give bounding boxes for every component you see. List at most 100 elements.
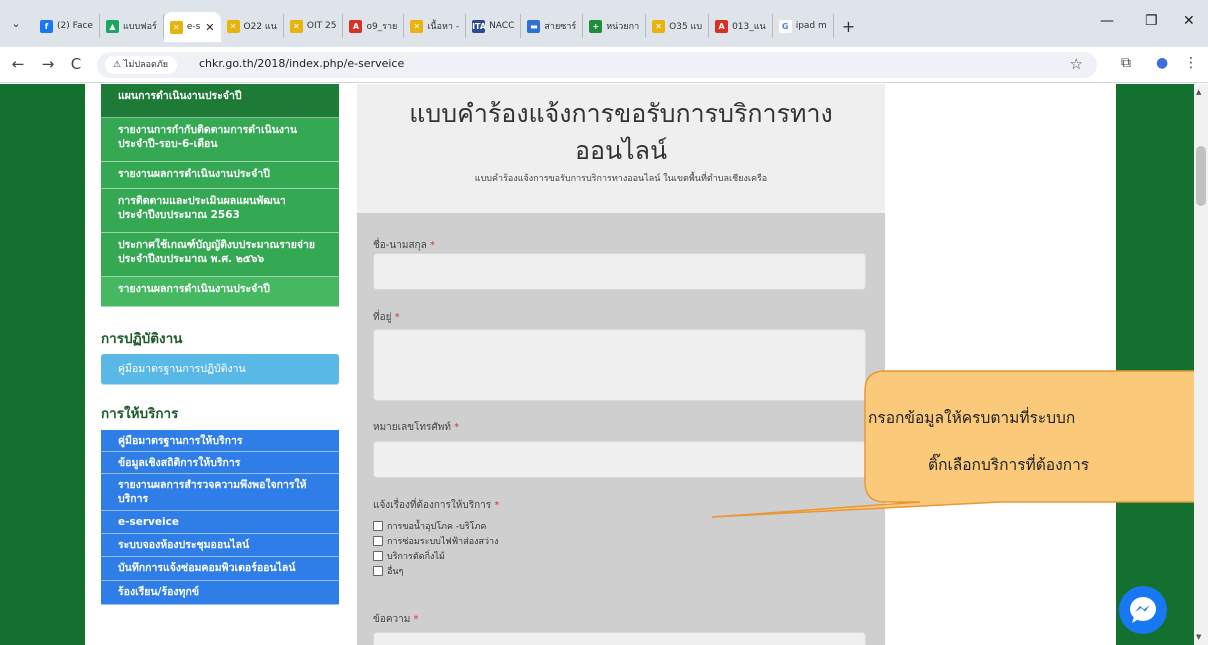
address-label: ที่อยู่ *	[373, 312, 400, 323]
new-tab-button[interactable]: +	[842, 17, 855, 36]
minimize-button[interactable]: —	[1100, 13, 1114, 29]
service-option-checkbox[interactable]: การขอน้ำอุปโภค -บริโภค	[373, 519, 486, 533]
sidebar-item-label: รายงานผลการดำเนินงานประจำปี	[118, 168, 270, 180]
sidebar-item-label: การติดตามและประเมินผลแผนพัฒนา	[118, 195, 286, 207]
tab-favicon-icon: A	[349, 19, 363, 33]
restore-button[interactable]: ❐	[1145, 13, 1158, 29]
checkbox-box[interactable]	[373, 566, 383, 576]
profile-icon[interactable]: ●	[1156, 55, 1168, 71]
scroll-up-arrow[interactable]: ▲	[1196, 88, 1201, 96]
address-textarea[interactable]	[373, 329, 866, 401]
sidebar-item-label: แผนการดำเนินงานประจำปี	[118, 90, 242, 102]
browser-tab[interactable]: f (2) Face	[34, 14, 100, 38]
sidebar-item-service[interactable]: รายงานผลการสำรวจความพึงพอใจการให้ บริการ	[101, 474, 339, 511]
back-button[interactable]: ←	[8, 55, 28, 73]
service-option-checkbox[interactable]: อื่นๆ	[373, 564, 403, 578]
sidebar-item-service[interactable]: ข้อมูลเชิงสถิติการให้บริการ	[101, 452, 339, 474]
request-form: ชื่อ-นามสกุล * ที่อยู่ * หมายเลขโทรศัพท์…	[357, 213, 885, 645]
sidebar-item-ops-manual[interactable]: คู่มือมาตรฐานการปฏิบัติงาน	[101, 354, 339, 385]
browser-tab[interactable]: ITA NACC	[466, 14, 522, 38]
reload-button[interactable]: C	[66, 55, 86, 73]
tab-favicon-icon: ✕	[289, 19, 303, 33]
checkbox-label: อื่นๆ	[387, 567, 404, 577]
browser-tab[interactable]: ✕ O35 แบ	[646, 14, 710, 38]
message-textarea[interactable]	[373, 632, 866, 645]
service-option-checkbox[interactable]: บริการตัดกิ่งไม้	[373, 549, 445, 563]
tab-favicon-icon: G	[778, 19, 792, 33]
sidebar-item-plan[interactable]: รายงานการกำกับติดตามการดำเนินงานประจำปี-…	[101, 118, 339, 162]
tab-close-icon[interactable]: ✕	[205, 21, 214, 34]
tab-title: o9_ราย	[366, 22, 398, 32]
checkbox-box[interactable]	[373, 551, 383, 561]
form-title: แบบคำร้องแจ้งการขอรับการบริการทาง ออนไลน…	[357, 95, 885, 169]
name-label: ชื่อ-นามสกุล *	[373, 240, 435, 251]
browser-tab[interactable]: ✕ เนื้อหา -	[404, 14, 467, 38]
sidebar-item-plan[interactable]: รายงานผลการดำเนินงานประจำปี	[101, 277, 339, 307]
sidebar-item-plan[interactable]: แผนการดำเนินงานประจำปี	[101, 84, 339, 118]
tab-title: O22 แน	[243, 22, 277, 32]
tab-favicon-icon: ✕	[169, 20, 183, 34]
sidebar-item-label: รายงานการกำกับติดตามการดำเนินงาน	[118, 124, 298, 136]
checkbox-label: บริการตัดกิ่งไม้	[387, 552, 445, 562]
address-bar[interactable]: ⚠ ไม่ปลอดภัย chkr.go.th/2018/index.php/e…	[97, 52, 1097, 78]
extensions-icon[interactable]: ⧉	[1121, 55, 1131, 71]
browser-tab[interactable]: A 013_แน	[709, 14, 773, 38]
sidebar-item-label: คู่มือมาตรฐานการให้บริการ	[118, 435, 243, 447]
sidebar-item-label-line2: ประจำปี-รอบ-6-เดือน	[118, 138, 218, 150]
sidebar-item-service[interactable]: คู่มือมาตรฐานการให้บริการ	[101, 430, 339, 452]
scrollbar-thumb[interactable]	[1196, 146, 1206, 206]
sidebar-item-service[interactable]: บันทึกการแจ้งซ่อมคอมพิวเตอร์ออนไลน์	[101, 557, 339, 581]
service-label: แจ้งเรื่องที่ต้องการให้บริการ *	[373, 500, 500, 511]
phone-label: หมายเลขโทรศัพท์ *	[373, 422, 460, 433]
sidebar-item-service[interactable]: ระบบจองห้องประชุมออนไลน์	[101, 534, 339, 557]
browser-tab[interactable]: Gipad m	[773, 14, 834, 38]
checkbox-label: การซ่อมระบบไฟฟ้าส่องสว่าง	[387, 537, 499, 547]
scroll-down-arrow[interactable]: ▼	[1196, 633, 1201, 641]
checkbox-box[interactable]	[373, 521, 383, 531]
sidebar-item-label: รายงานผลการดำเนินงานประจำปี	[118, 283, 270, 295]
form-title-line2: ออนไลน์	[574, 136, 668, 165]
sidebar-item-label: ระบบจองห้องประชุมออนไลน์	[118, 539, 250, 551]
sidebar-item-plan[interactable]: รายงานผลการดำเนินงานประจำปี	[101, 162, 339, 189]
not-secure-chip[interactable]: ⚠ ไม่ปลอดภัย	[105, 56, 178, 74]
tab-search-button[interactable]: ⌄	[6, 14, 26, 34]
forward-button[interactable]: →	[38, 55, 58, 73]
messenger-chat-button[interactable]	[1119, 586, 1167, 634]
sidebar-item-plan[interactable]: ประกาศใช้เกณฑ์บัญญัติงบประมาณรายจ่าย ประจ…	[101, 233, 339, 277]
browser-tab[interactable]: ▬ สายซาร์	[521, 14, 584, 38]
name-input[interactable]	[373, 253, 866, 290]
tab-title: e-s	[186, 22, 201, 32]
messenger-icon	[1130, 597, 1156, 623]
sidebar-item-label: ประกาศใช้เกณฑ์บัญญัติงบประมาณรายจ่าย	[118, 239, 316, 251]
tab-title: หน่วยกา	[606, 22, 640, 32]
tab-title: เนื้อหา -	[427, 22, 460, 32]
tab-title: แบบฟอร์	[122, 22, 157, 32]
sidebar-item-label: ร้องเรียน/ร้องทุกข์	[118, 586, 199, 598]
tab-favicon-icon: ✕	[652, 19, 666, 33]
browser-tab[interactable]: ▲ แบบฟอร์	[100, 14, 164, 38]
sidebar-item-service[interactable]: e-serveice	[101, 511, 339, 534]
browser-tab[interactable]: ✕ OIT 25	[284, 14, 344, 38]
left-green-border	[0, 84, 85, 645]
message-label: ข้อความ *	[373, 614, 419, 625]
tab-favicon-icon: ▬	[527, 19, 541, 33]
browser-tab[interactable]: + หน่วยกา	[583, 14, 647, 38]
service-option-checkbox[interactable]: การซ่อมระบบไฟฟ้าส่องสว่าง	[373, 534, 499, 548]
close-window-button[interactable]: ✕	[1183, 13, 1195, 29]
url-text[interactable]: chkr.go.th/2018/index.php/e-serveice	[199, 57, 404, 70]
sidebar-item-label: บันทึกการแจ้งซ่อมคอมพิวเตอร์ออนไลน์	[118, 562, 296, 574]
phone-input[interactable]	[373, 441, 866, 478]
browser-tab[interactable]: Ao9_ราย	[343, 14, 405, 38]
bookmark-star-icon[interactable]: ☆	[1070, 55, 1083, 73]
checkbox-box[interactable]	[373, 536, 383, 546]
tab-title: O35 แบ	[669, 22, 703, 32]
sidebar-item-service[interactable]: ร้องเรียน/ร้องทุกข์	[101, 581, 339, 605]
web-page: แผนการดำเนินงานประจำปีรายงานการกำกับติดต…	[0, 84, 1208, 645]
sidebar-item-plan[interactable]: การติดตามและประเมินผลแผนพัฒนา ประจำปีงบปร…	[101, 189, 339, 233]
more-menu-icon[interactable]: ⋮	[1184, 55, 1198, 71]
right-green-border	[1116, 84, 1194, 645]
tab-title: NACC	[489, 21, 515, 31]
browser-tab[interactable]: ✕ O22 แน	[221, 14, 284, 38]
tab-title: OIT 25	[306, 21, 337, 31]
browser-tab[interactable]: ✕ e-s ✕	[163, 12, 221, 42]
